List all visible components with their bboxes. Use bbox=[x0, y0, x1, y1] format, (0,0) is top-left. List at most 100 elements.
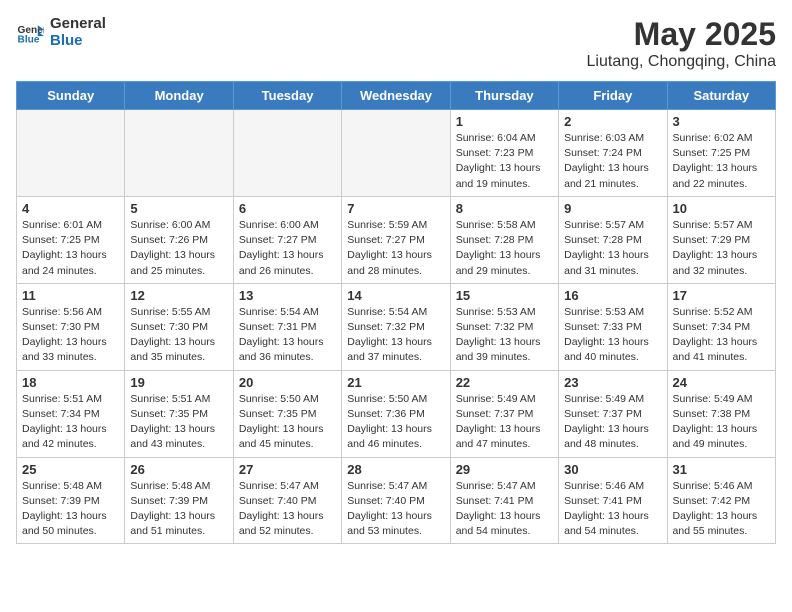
day-info: Sunrise: 5:59 AM Sunset: 7:27 PM Dayligh… bbox=[347, 218, 444, 279]
day-cell: 31 Sunrise: 5:46 AM Sunset: 7:42 PM Dayli… bbox=[667, 457, 775, 544]
day-info: Sunrise: 5:57 AM Sunset: 7:28 PM Dayligh… bbox=[564, 218, 661, 279]
day-cell: 20 Sunrise: 5:50 AM Sunset: 7:35 PM Dayli… bbox=[233, 370, 341, 457]
day-cell: 30 Sunrise: 5:46 AM Sunset: 7:41 PM Dayli… bbox=[559, 457, 667, 544]
day-number: 24 bbox=[673, 375, 770, 390]
day-cell: 10 Sunrise: 5:57 AM Sunset: 7:29 PM Dayli… bbox=[667, 196, 775, 283]
day-cell: 28 Sunrise: 5:47 AM Sunset: 7:40 PM Dayli… bbox=[342, 457, 450, 544]
day-info: Sunrise: 5:49 AM Sunset: 7:37 PM Dayligh… bbox=[564, 392, 661, 453]
day-cell: 18Sunrise: 5:51 AM Sunset: 7:34 PM Dayli… bbox=[17, 370, 125, 457]
day-cell: 25 Sunrise: 5:48 AM Sunset: 7:39 PM Dayli… bbox=[17, 457, 125, 544]
day-info: Sunrise: 5:50 AM Sunset: 7:35 PM Dayligh… bbox=[239, 392, 336, 453]
day-info: Sunrise: 5:48 AM Sunset: 7:39 PM Dayligh… bbox=[22, 479, 119, 540]
day-cell bbox=[342, 110, 450, 197]
day-info: Sunrise: 5:49 AM Sunset: 7:38 PM Dayligh… bbox=[673, 392, 770, 453]
day-number: 22 bbox=[456, 375, 553, 390]
day-cell: 2 Sunrise: 6:03 AM Sunset: 7:24 PM Daylig… bbox=[559, 110, 667, 197]
day-number: 31 bbox=[673, 462, 770, 477]
day-cell: 1 Sunrise: 6:04 AM Sunset: 7:23 PM Daylig… bbox=[450, 110, 558, 197]
day-number: 7 bbox=[347, 201, 444, 216]
weekday-header-saturday: Saturday bbox=[667, 82, 775, 110]
day-info: Sunrise: 5:54 AM Sunset: 7:31 PM Dayligh… bbox=[239, 305, 336, 366]
day-info: Sunrise: 5:54 AM Sunset: 7:32 PM Dayligh… bbox=[347, 305, 444, 366]
day-number: 19 bbox=[130, 375, 227, 390]
day-info: Sunrise: 5:58 AM Sunset: 7:28 PM Dayligh… bbox=[456, 218, 553, 279]
weekday-header-row: SundayMondayTuesdayWednesdayThursdayFrid… bbox=[17, 82, 776, 110]
day-cell: 27 Sunrise: 5:47 AM Sunset: 7:40 PM Dayli… bbox=[233, 457, 341, 544]
day-number: 1 bbox=[456, 114, 553, 129]
day-number: 3 bbox=[673, 114, 770, 129]
day-info: Sunrise: 6:04 AM Sunset: 7:23 PM Dayligh… bbox=[456, 131, 553, 192]
day-number: 27 bbox=[239, 462, 336, 477]
day-info: Sunrise: 6:01 AM Sunset: 7:25 PM Dayligh… bbox=[22, 218, 119, 279]
day-number: 14 bbox=[347, 288, 444, 303]
day-info: Sunrise: 5:56 AM Sunset: 7:30 PM Dayligh… bbox=[22, 305, 119, 366]
logo-icon: General Blue bbox=[16, 19, 44, 47]
day-info: Sunrise: 6:03 AM Sunset: 7:24 PM Dayligh… bbox=[564, 131, 661, 192]
month-title: May 2025 bbox=[587, 16, 776, 53]
day-cell: 14 Sunrise: 5:54 AM Sunset: 7:32 PM Dayli… bbox=[342, 283, 450, 370]
day-info: Sunrise: 5:46 AM Sunset: 7:42 PM Dayligh… bbox=[673, 479, 770, 540]
day-info: Sunrise: 5:51 AM Sunset: 7:35 PM Dayligh… bbox=[130, 392, 227, 453]
day-number: 30 bbox=[564, 462, 661, 477]
day-cell: 16 Sunrise: 5:53 AM Sunset: 7:33 PM Dayli… bbox=[559, 283, 667, 370]
day-info: Sunrise: 5:47 AM Sunset: 7:40 PM Dayligh… bbox=[347, 479, 444, 540]
logo-blue: Blue bbox=[50, 33, 106, 50]
week-row-1: 1 Sunrise: 6:04 AM Sunset: 7:23 PM Daylig… bbox=[17, 110, 776, 197]
title-block: May 2025 Liutang, Chongqing, China bbox=[587, 16, 776, 71]
weekday-header-sunday: Sunday bbox=[17, 82, 125, 110]
day-number: 17 bbox=[673, 288, 770, 303]
day-number: 15 bbox=[456, 288, 553, 303]
day-number: 4 bbox=[22, 201, 119, 216]
day-number: 9 bbox=[564, 201, 661, 216]
week-row-5: 25 Sunrise: 5:48 AM Sunset: 7:39 PM Dayli… bbox=[17, 457, 776, 544]
day-number: 16 bbox=[564, 288, 661, 303]
day-cell: 11 Sunrise: 5:56 AM Sunset: 7:30 PM Dayli… bbox=[17, 283, 125, 370]
day-number: 13 bbox=[239, 288, 336, 303]
day-cell bbox=[17, 110, 125, 197]
day-info: Sunrise: 5:55 AM Sunset: 7:30 PM Dayligh… bbox=[130, 305, 227, 366]
day-number: 11 bbox=[22, 288, 119, 303]
day-cell: 5 Sunrise: 6:00 AM Sunset: 7:26 PM Daylig… bbox=[125, 196, 233, 283]
day-info: Sunrise: 5:48 AM Sunset: 7:39 PM Dayligh… bbox=[130, 479, 227, 540]
weekday-header-wednesday: Wednesday bbox=[342, 82, 450, 110]
day-cell: 6 Sunrise: 6:00 AM Sunset: 7:27 PM Daylig… bbox=[233, 196, 341, 283]
day-number: 12 bbox=[130, 288, 227, 303]
day-info: Sunrise: 6:02 AM Sunset: 7:25 PM Dayligh… bbox=[673, 131, 770, 192]
weekday-header-thursday: Thursday bbox=[450, 82, 558, 110]
day-number: 21 bbox=[347, 375, 444, 390]
day-info: Sunrise: 5:53 AM Sunset: 7:32 PM Dayligh… bbox=[456, 305, 553, 366]
day-number: 20 bbox=[239, 375, 336, 390]
day-info: Sunrise: 5:49 AM Sunset: 7:37 PM Dayligh… bbox=[456, 392, 553, 453]
day-number: 23 bbox=[564, 375, 661, 390]
day-info: Sunrise: 5:46 AM Sunset: 7:41 PM Dayligh… bbox=[564, 479, 661, 540]
day-cell: 22 Sunrise: 5:49 AM Sunset: 7:37 PM Dayli… bbox=[450, 370, 558, 457]
day-info: Sunrise: 5:53 AM Sunset: 7:33 PM Dayligh… bbox=[564, 305, 661, 366]
day-number: 28 bbox=[347, 462, 444, 477]
day-cell bbox=[233, 110, 341, 197]
day-cell: 8 Sunrise: 5:58 AM Sunset: 7:28 PM Daylig… bbox=[450, 196, 558, 283]
day-cell: 26 Sunrise: 5:48 AM Sunset: 7:39 PM Dayli… bbox=[125, 457, 233, 544]
logo: General Blue General Blue bbox=[16, 16, 106, 49]
day-info: Sunrise: 5:52 AM Sunset: 7:34 PM Dayligh… bbox=[673, 305, 770, 366]
calendar-table: SundayMondayTuesdayWednesdayThursdayFrid… bbox=[16, 81, 776, 544]
day-info: Sunrise: 6:00 AM Sunset: 7:26 PM Dayligh… bbox=[130, 218, 227, 279]
day-info: Sunrise: 5:51 AM Sunset: 7:34 PM Dayligh… bbox=[22, 392, 119, 453]
day-number: 2 bbox=[564, 114, 661, 129]
day-number: 26 bbox=[130, 462, 227, 477]
day-info: Sunrise: 6:00 AM Sunset: 7:27 PM Dayligh… bbox=[239, 218, 336, 279]
day-cell: 4 Sunrise: 6:01 AM Sunset: 7:25 PM Daylig… bbox=[17, 196, 125, 283]
day-number: 29 bbox=[456, 462, 553, 477]
day-cell bbox=[125, 110, 233, 197]
day-number: 8 bbox=[456, 201, 553, 216]
day-info: Sunrise: 5:47 AM Sunset: 7:40 PM Dayligh… bbox=[239, 479, 336, 540]
week-row-2: 4 Sunrise: 6:01 AM Sunset: 7:25 PM Daylig… bbox=[17, 196, 776, 283]
day-cell: 3 Sunrise: 6:02 AM Sunset: 7:25 PM Daylig… bbox=[667, 110, 775, 197]
day-cell: 29Sunrise: 5:47 AM Sunset: 7:41 PM Dayli… bbox=[450, 457, 558, 544]
day-number: 25 bbox=[22, 462, 119, 477]
day-number: 6 bbox=[239, 201, 336, 216]
week-row-3: 11 Sunrise: 5:56 AM Sunset: 7:30 PM Dayli… bbox=[17, 283, 776, 370]
day-number: 10 bbox=[673, 201, 770, 216]
day-info: Sunrise: 5:57 AM Sunset: 7:29 PM Dayligh… bbox=[673, 218, 770, 279]
day-number: 5 bbox=[130, 201, 227, 216]
day-cell: 12 Sunrise: 5:55 AM Sunset: 7:30 PM Dayli… bbox=[125, 283, 233, 370]
